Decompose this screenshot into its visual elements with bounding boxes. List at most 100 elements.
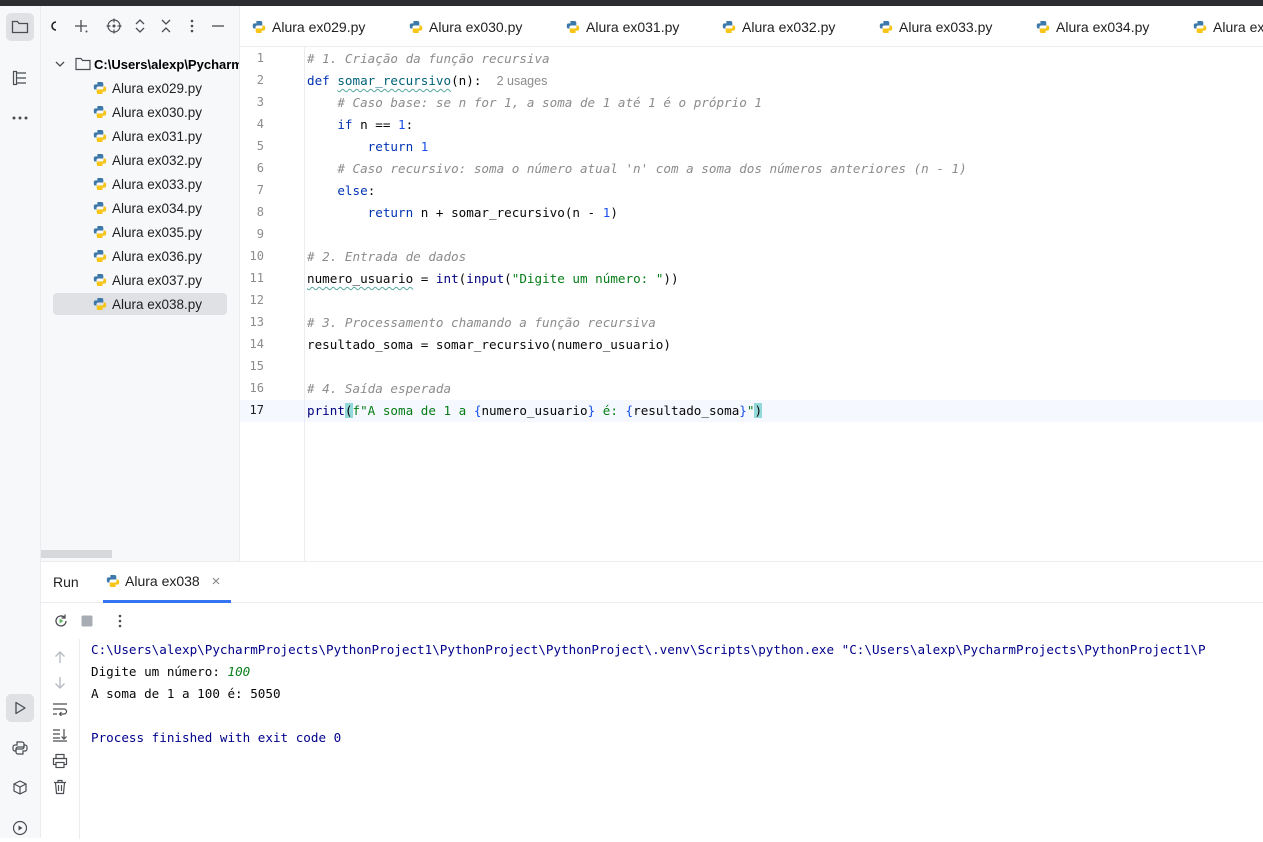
editor-tab[interactable]: Alura ex030.py — [409, 6, 522, 46]
editor-tab[interactable]: Alura ex029.py — [252, 6, 366, 46]
project-file-item[interactable]: Alura ex030.py — [53, 101, 227, 123]
python-file-icon — [93, 82, 107, 94]
code: : — [367, 183, 376, 198]
code-line-6: # Caso recursivo: soma o número atual 'n… — [307, 158, 966, 180]
console-side-toolbar — [41, 639, 80, 839]
project-title-truncated — [51, 18, 57, 34]
run-tab[interactable]: Alura ex038 — [103, 562, 231, 603]
console-user-input: 100 — [227, 664, 251, 679]
bracket-match: ) — [754, 403, 763, 418]
rerun-button[interactable] — [53, 613, 69, 629]
bracket-match: ( — [344, 403, 353, 418]
line-number: 1 — [256, 51, 264, 65]
collapse-all-button[interactable] — [158, 18, 174, 34]
python-file-icon — [252, 20, 266, 33]
editor-tab[interactable]: Alura ex033.py — [879, 6, 992, 46]
console-exit-line: Process finished with exit code 0 — [91, 730, 342, 745]
project-file-item[interactable]: Alura ex035.py — [53, 221, 227, 243]
builtin: int — [435, 271, 459, 286]
line-number: 7 — [256, 183, 264, 197]
run-panel-header: Run Alura ex038 — [41, 562, 1263, 603]
code-line-1: # 1. Criação da função recursiva — [307, 48, 550, 70]
line-number: 16 — [249, 381, 264, 395]
line-number: 15 — [249, 359, 264, 373]
line-number: 8 — [256, 205, 264, 219]
python-packages-button[interactable] — [6, 734, 34, 762]
scroll-up-button[interactable] — [52, 649, 68, 665]
python-file-icon — [409, 20, 423, 33]
editor-tab-label: Alura ex029.py — [272, 18, 366, 35]
run-tool-button[interactable] — [6, 694, 34, 722]
code: ) — [610, 205, 618, 220]
project-file-item[interactable]: Alura ex036.py — [53, 245, 227, 267]
more-horizontal-icon — [12, 116, 28, 120]
project-file-item[interactable]: Alura ex033.py — [53, 173, 227, 195]
line-number: 14 — [249, 337, 264, 351]
console-command-line: C:\Users\alexp\PycharmProjects\PythonPro… — [91, 642, 1206, 657]
project-file-label: Alura ex033.py — [112, 176, 203, 192]
code-editor[interactable]: 1 2 3 4 5 6 7 8 9 10 11 12 13 14 15 16 17 # 1. Criação d… — [240, 47, 1263, 561]
project-root-node[interactable]: C:\Users\alexp\Pycharm — [41, 54, 239, 74]
folder-icon — [75, 57, 91, 71]
target-icon — [106, 18, 122, 34]
python-file-icon — [93, 274, 107, 286]
more-tools-button[interactable] — [6, 104, 34, 132]
line-number: 11 — [249, 271, 264, 285]
stop-button[interactable] — [79, 613, 95, 629]
editor-tab[interactable]: Alura ex032.py — [722, 6, 835, 46]
scroll-to-end-button[interactable] — [52, 727, 68, 743]
expand-all-button[interactable] — [132, 18, 148, 34]
python-file-icon — [93, 250, 107, 262]
hide-panel-button[interactable] — [210, 18, 226, 34]
console-output[interactable]: C:\Users\alexp\PycharmProjects\PythonPro… — [91, 639, 1263, 839]
project-file-item[interactable]: Alura ex037.py — [53, 269, 227, 291]
folder-icon — [11, 20, 29, 34]
project-file-label: Alura ex029.py — [112, 80, 203, 96]
print-button[interactable] — [52, 753, 68, 769]
code: n == — [352, 117, 399, 132]
usages-hint[interactable]: 2 usages — [497, 74, 548, 88]
editor-tab-label: Alura ex031.py — [586, 18, 680, 35]
run-options-button[interactable] — [112, 613, 128, 629]
arrow-up-icon — [55, 651, 65, 663]
line-number: 17 — [249, 403, 264, 417]
soft-wrap-button[interactable] — [52, 701, 68, 717]
trash-icon — [54, 779, 66, 795]
project-file-item[interactable]: Alura ex032.py — [53, 149, 227, 171]
structure-tool-button[interactable] — [6, 64, 34, 92]
project-file-label: Alura ex035.py — [112, 224, 203, 240]
variable: numero_usuario — [481, 403, 588, 418]
project-file-item[interactable]: Alura ex029.py — [53, 77, 227, 99]
editor-tab[interactable]: Alura ex031.py — [566, 6, 680, 46]
project-horizontal-scrollbar[interactable] — [41, 550, 112, 558]
code: ( — [504, 271, 512, 286]
editor-tab[interactable]: Alura ex — [1193, 6, 1263, 46]
project-tool-button[interactable] — [6, 13, 34, 41]
line-number-gutter: 1 2 3 4 5 6 7 8 9 10 11 12 13 14 15 16 17 — [240, 47, 305, 561]
project-options-button[interactable] — [184, 18, 200, 34]
python-file-icon — [93, 154, 107, 166]
scroll-down-button[interactable] — [52, 675, 68, 691]
python-file-icon — [93, 298, 107, 310]
python-file-icon — [1036, 20, 1050, 33]
locate-file-button[interactable] — [106, 18, 122, 34]
string: "Digite um número: " — [511, 271, 664, 286]
code-line-14: resultado_soma = somar_recursivo(numero_… — [307, 334, 671, 356]
project-file-item[interactable]: Alura ex031.py — [53, 125, 227, 147]
line-number: 13 — [249, 315, 264, 329]
clear-console-button[interactable] — [52, 779, 68, 795]
close-icon[interactable] — [212, 577, 220, 585]
services-tool-button[interactable] — [6, 774, 34, 802]
line-number: 10 — [249, 249, 264, 263]
python-file-icon — [1193, 20, 1207, 33]
code: : — [405, 117, 414, 132]
code: = — [413, 271, 436, 286]
project-file-item[interactable]: Alura ex038.py — [53, 293, 227, 315]
line-number: 9 — [256, 227, 264, 241]
plus-icon — [75, 20, 88, 33]
editor-tab[interactable]: Alura ex034.py — [1036, 6, 1149, 46]
project-file-label: Alura ex031.py — [112, 128, 203, 144]
new-file-button[interactable] — [73, 18, 89, 34]
project-file-item[interactable]: Alura ex034.py — [53, 197, 227, 219]
wrap-icon — [53, 703, 68, 716]
